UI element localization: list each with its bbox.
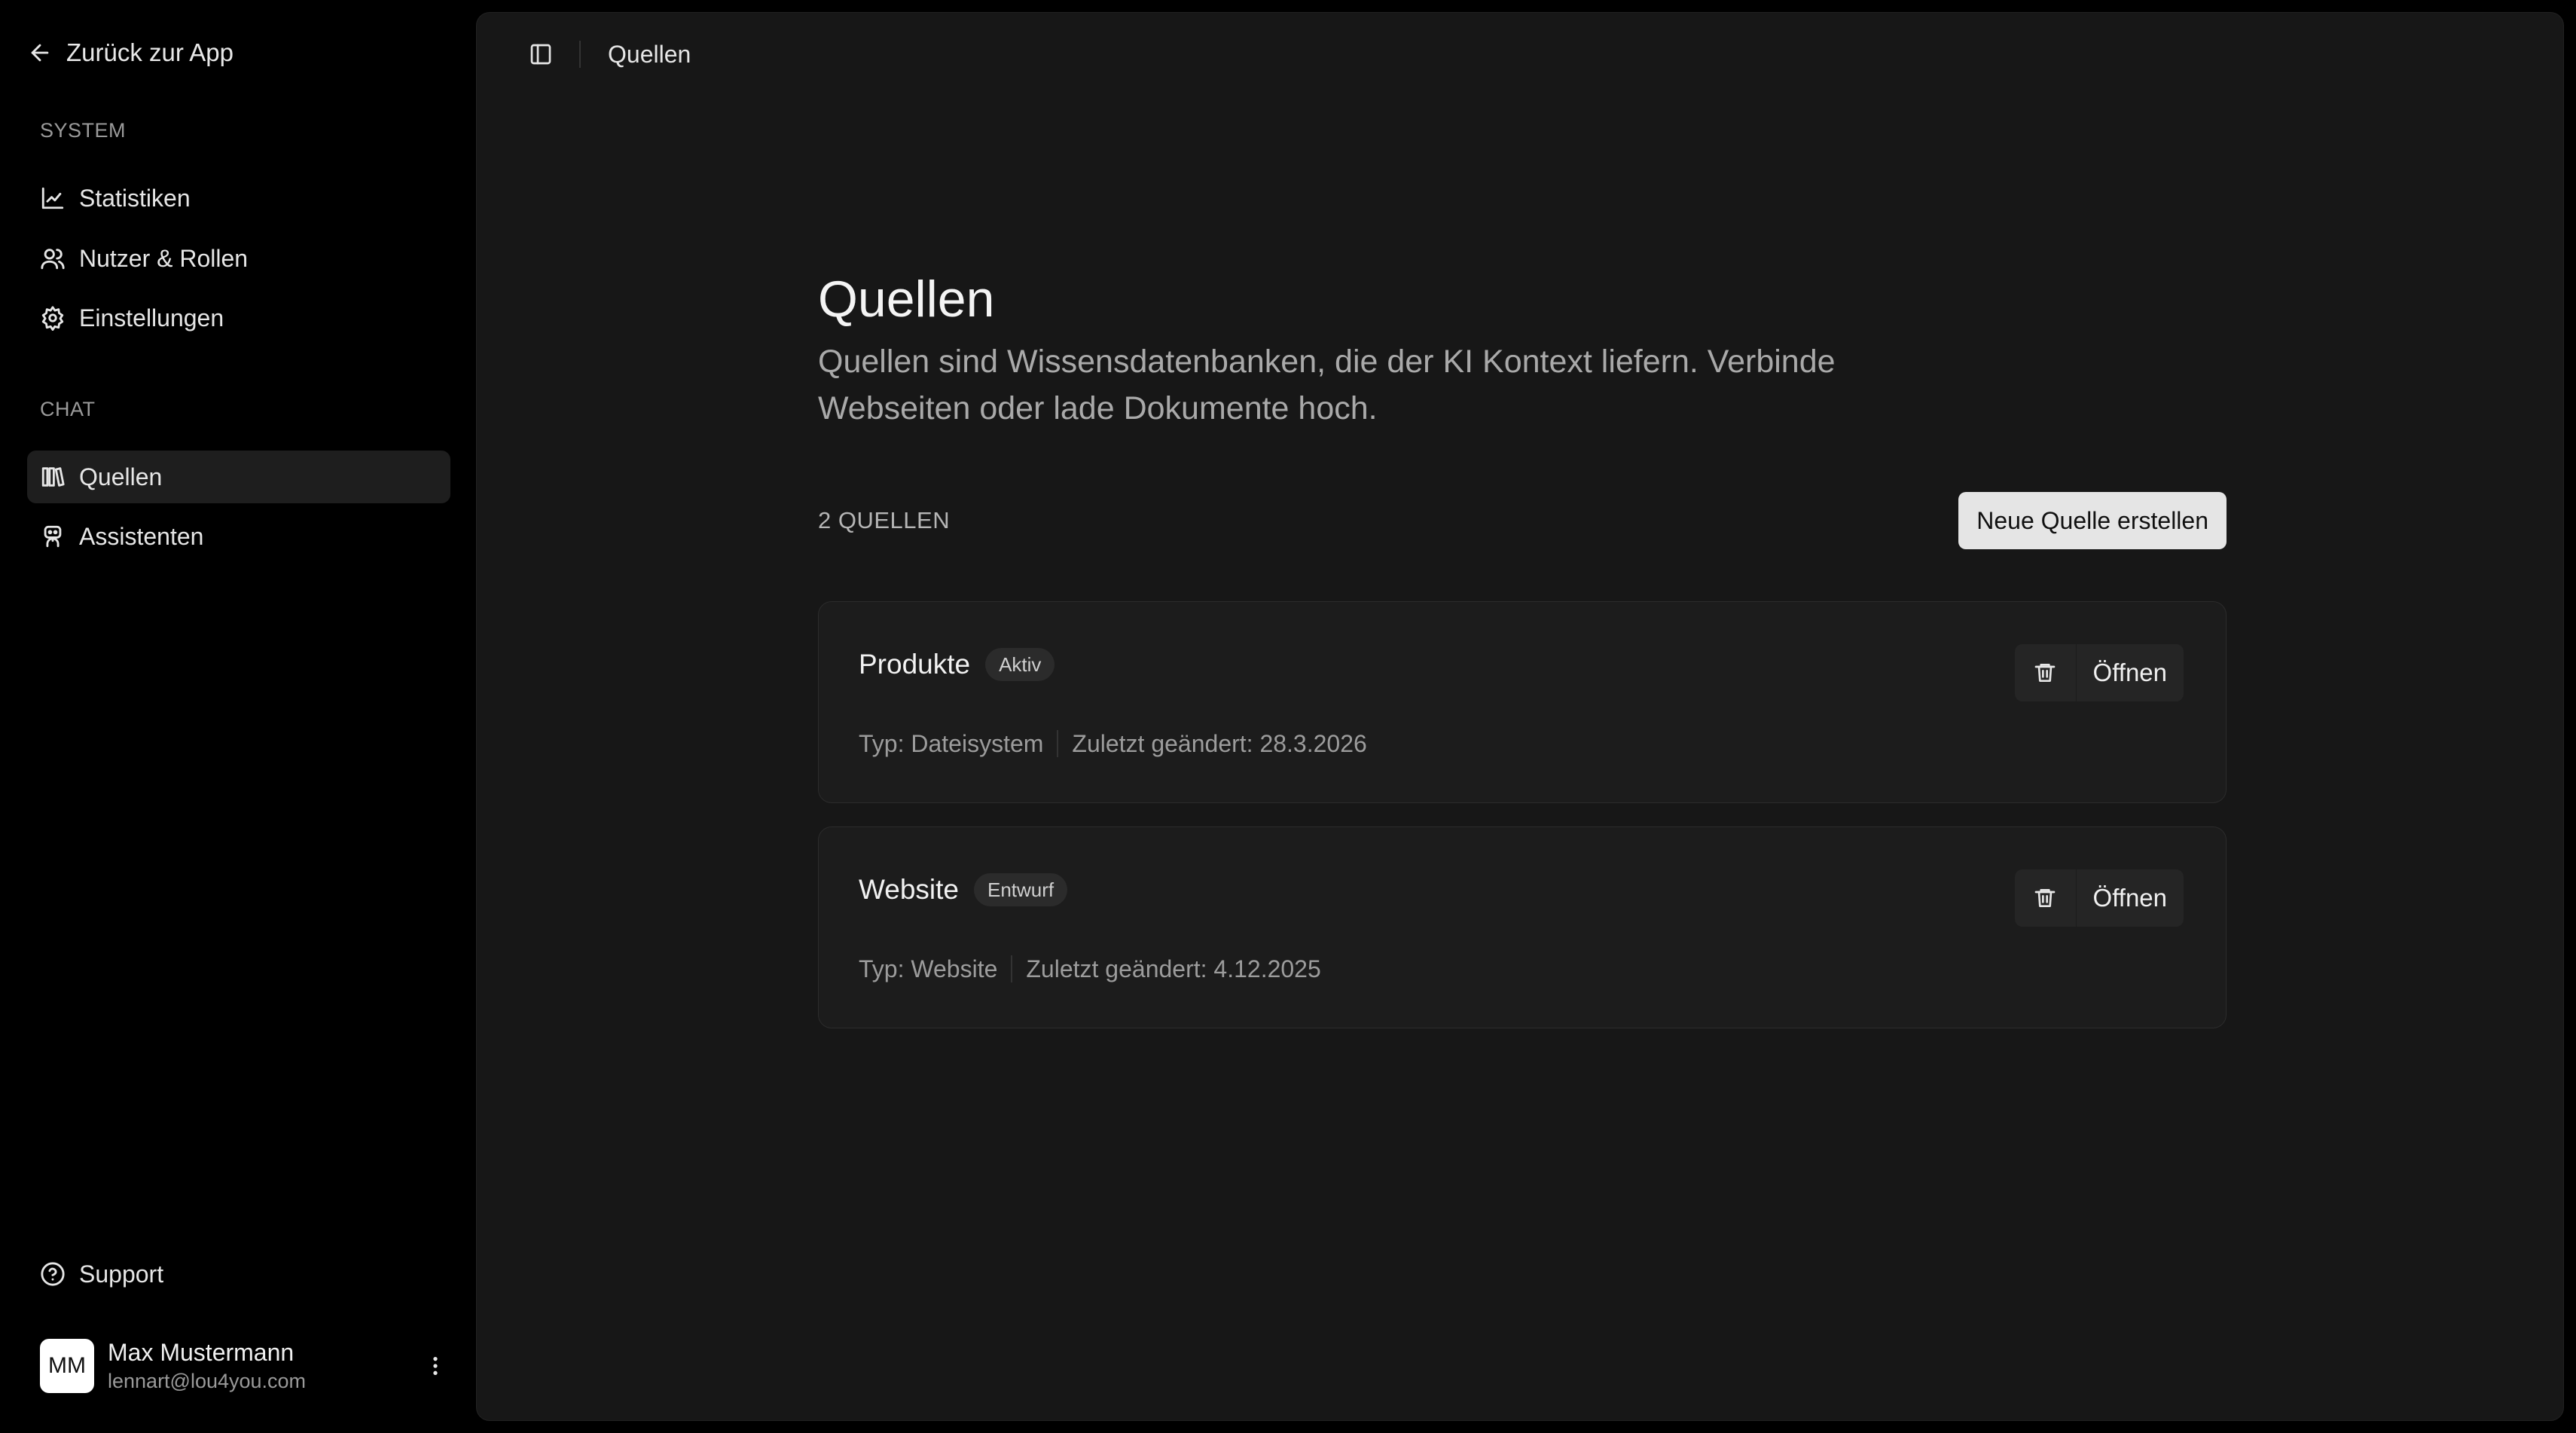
main-panel: Quellen Quellen Quellen sind Wissensdate… [476,12,2564,1421]
list-header: 2 QUELLEN Neue Quelle erstellen [818,492,2227,549]
sidebar-toggle-button[interactable] [522,35,560,73]
sidebar-item-statistiken[interactable]: Statistiken [27,172,450,225]
breadcrumb: Quellen [608,40,691,68]
user-profile[interactable]: MM Max Mustermann lennart@lou4you.com [40,1338,450,1394]
users-icon [41,249,65,270]
gear-icon [41,306,64,331]
source-card: Produkte Aktiv Typ: Dateisystem Zuletzt … [818,601,2227,803]
card-meta: Typ: Website Zuletzt geändert: 4.12.2025 [859,954,1321,984]
sidebar-item-quellen[interactable]: Quellen [27,451,450,503]
card-title-row: Website Entwurf [859,871,1068,909]
delete-source-button[interactable] [2015,644,2077,701]
source-modified: Zuletzt geändert: 28.3.2026 [1072,729,1367,757]
trash-icon [2034,889,2056,907]
open-source-button[interactable]: Öffnen [2077,644,2184,701]
page-description: Quellen sind Wissensdatenbanken, die der… [818,343,1836,426]
user-menu-button[interactable] [420,1343,450,1389]
sidebar-item-label: Assistenten [79,522,204,550]
source-name: Produkte [859,649,971,680]
delete-source-button[interactable] [2015,869,2077,927]
topbar-divider [579,41,581,68]
library-icon [41,467,65,487]
card-meta: Typ: Dateisystem Zuletzt geändert: 28.3.… [859,729,1367,759]
sidebar-item-einstellungen[interactable]: Einstellungen [27,292,450,344]
sidebar: Zurück zur App SYSTEM Statistiken Nutzer… [0,0,476,1433]
status-badge: Aktiv [985,648,1055,681]
sidebar-item-assistenten[interactable]: Assistenten [27,510,450,563]
chart-icon [41,187,64,209]
bot-icon [44,525,62,548]
sidebar-item-label: Nutzer & Rollen [79,244,249,272]
user-name: Max Mustermann [108,1339,295,1366]
meta-divider [1011,955,1013,982]
card-title-row: Produkte Aktiv [859,646,1055,683]
open-source-button[interactable]: Öffnen [2077,869,2184,927]
card-actions: Öffnen [2014,869,2184,927]
section-label-chat: CHAT [40,398,96,420]
create-source-button[interactable]: Neue Quelle erstellen [1958,492,2227,549]
source-type: Typ: Dateisystem [859,729,1044,757]
sidebar-item-label: Einstellungen [79,304,224,332]
more-vertical-icon [433,1357,438,1375]
status-badge: Entwurf [974,873,1068,906]
page-title: Quellen [818,270,995,328]
support-label: Support [79,1260,164,1288]
back-to-app-label: Zurück zur App [66,38,233,66]
help-circle-icon [41,1262,65,1286]
sidebar-item-label: Statistiken [79,184,191,212]
arrow-left-icon [31,44,49,62]
section-label-system: SYSTEM [40,119,127,142]
panel-left-icon [530,44,551,65]
source-count: 2 QUELLEN [818,507,951,533]
sidebar-item-label: Quellen [79,463,163,490]
app-root: Zurück zur App SYSTEM Statistiken Nutzer… [0,0,2576,1433]
card-actions: Öffnen [2014,644,2184,701]
meta-divider [1057,730,1059,757]
sidebar-item-nutzer-rollen[interactable]: Nutzer & Rollen [27,232,450,285]
source-type: Typ: Website [859,955,998,982]
avatar: MM [40,1339,94,1393]
user-text: Max Mustermann lennart@lou4you.com [108,1339,407,1393]
source-card: Website Entwurf Typ: Website Zuletzt geä… [818,826,2227,1028]
support-link[interactable]: Support [27,1248,450,1300]
user-email: lennart@lou4you.com [108,1370,307,1392]
source-name: Website [859,874,959,905]
content: Quellen Quellen sind Wissensdatenbanken,… [818,269,2227,1028]
back-to-app-link[interactable]: Zurück zur App [27,35,233,71]
trash-icon [2034,664,2056,682]
source-modified: Zuletzt geändert: 4.12.2025 [1026,955,1321,982]
topbar: Quellen [522,35,691,73]
